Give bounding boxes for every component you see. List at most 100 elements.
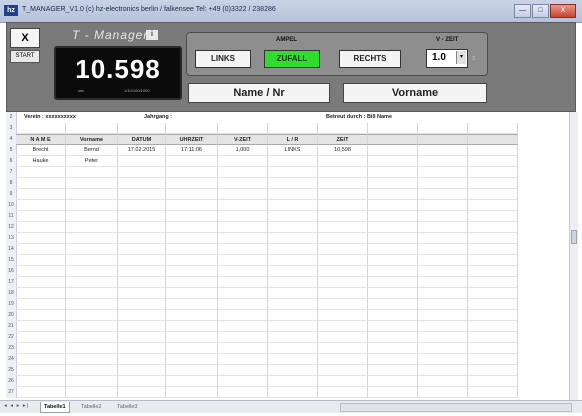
- table-cell[interactable]: [118, 233, 166, 244]
- table-cell[interactable]: [418, 343, 468, 354]
- table-cell[interactable]: [66, 343, 118, 354]
- table-cell[interactable]: [468, 310, 518, 321]
- table-cell[interactable]: [66, 310, 118, 321]
- table-cell[interactable]: [268, 310, 318, 321]
- table-cell[interactable]: [16, 299, 66, 310]
- table-cell[interactable]: [268, 222, 318, 233]
- table-cell[interactable]: [418, 123, 468, 134]
- table-cell[interactable]: [218, 123, 268, 134]
- table-cell[interactable]: [66, 376, 118, 387]
- vorname-field[interactable]: Vorname: [343, 83, 487, 103]
- table-cell[interactable]: [66, 277, 118, 288]
- table-cell[interactable]: [368, 277, 418, 288]
- tab-tabelle1[interactable]: Tabelle1: [40, 402, 70, 413]
- table-cell[interactable]: [16, 387, 66, 398]
- table-cell[interactable]: [468, 189, 518, 200]
- table-cell[interactable]: [118, 387, 166, 398]
- table-cell[interactable]: [368, 365, 418, 376]
- table-cell[interactable]: [368, 288, 418, 299]
- table-cell[interactable]: [118, 343, 166, 354]
- table-cell[interactable]: [118, 200, 166, 211]
- column-header[interactable]: [468, 134, 518, 145]
- table-cell[interactable]: [318, 156, 368, 167]
- table-cell[interactable]: [66, 354, 118, 365]
- table-cell[interactable]: [218, 244, 268, 255]
- table-cell[interactable]: [218, 200, 268, 211]
- table-cell[interactable]: [368, 123, 418, 134]
- links-button[interactable]: LINKS: [195, 50, 251, 68]
- table-cell[interactable]: [166, 156, 218, 167]
- table-cell[interactable]: [118, 299, 166, 310]
- table-cell[interactable]: [268, 178, 318, 189]
- table-cell[interactable]: [318, 321, 368, 332]
- table-cell[interactable]: [468, 255, 518, 266]
- table-cell[interactable]: [418, 288, 468, 299]
- table-cell[interactable]: [268, 387, 318, 398]
- table-cell[interactable]: [166, 288, 218, 299]
- table-cell[interactable]: [318, 167, 368, 178]
- table-cell[interactable]: [268, 123, 318, 134]
- table-cell[interactable]: [318, 299, 368, 310]
- table-cell[interactable]: [468, 354, 518, 365]
- table-cell[interactable]: [268, 167, 318, 178]
- table-cell[interactable]: [418, 299, 468, 310]
- rechts-button[interactable]: RECHTS: [339, 50, 401, 68]
- table-cell[interactable]: [368, 321, 418, 332]
- table-cell[interactable]: [166, 189, 218, 200]
- table-cell[interactable]: [268, 321, 318, 332]
- table-cell[interactable]: [166, 255, 218, 266]
- table-cell[interactable]: [218, 343, 268, 354]
- table-cell[interactable]: [118, 167, 166, 178]
- table-cell[interactable]: [318, 354, 368, 365]
- table-cell[interactable]: [418, 332, 468, 343]
- table-cell[interactable]: [118, 332, 166, 343]
- table-cell[interactable]: [118, 365, 166, 376]
- table-cell[interactable]: [368, 211, 418, 222]
- table-cell[interactable]: [418, 167, 468, 178]
- table-cell[interactable]: [418, 156, 468, 167]
- table-cell[interactable]: [166, 233, 218, 244]
- table-cell[interactable]: [368, 266, 418, 277]
- table-cell[interactable]: [166, 376, 218, 387]
- table-cell[interactable]: [318, 365, 368, 376]
- table-cell[interactable]: [118, 156, 166, 167]
- table-cell[interactable]: [418, 365, 468, 376]
- table-cell[interactable]: [468, 244, 518, 255]
- vertical-scrollbar[interactable]: [569, 112, 578, 400]
- table-cell[interactable]: [318, 277, 368, 288]
- table-cell[interactable]: [66, 255, 118, 266]
- minimize-button[interactable]: —: [514, 4, 531, 18]
- table-cell[interactable]: [218, 211, 268, 222]
- table-cell[interactable]: [218, 233, 268, 244]
- spreadsheet-grid[interactable]: 2 Verein : xxxxxxxxxx Jahrgang : Betreut du…: [6, 112, 566, 398]
- table-cell[interactable]: [318, 343, 368, 354]
- column-header[interactable]: [368, 134, 418, 145]
- table-cell[interactable]: [166, 354, 218, 365]
- table-cell[interactable]: [368, 233, 418, 244]
- table-cell[interactable]: [218, 299, 268, 310]
- close-window-button[interactable]: X: [550, 4, 576, 18]
- table-cell[interactable]: [218, 167, 268, 178]
- table-cell[interactable]: [166, 332, 218, 343]
- table-cell[interactable]: [268, 266, 318, 277]
- table-cell[interactable]: [118, 178, 166, 189]
- table-cell[interactable]: [16, 266, 66, 277]
- table-cell[interactable]: [418, 255, 468, 266]
- table-cell[interactable]: [16, 354, 66, 365]
- table-cell[interactable]: [368, 332, 418, 343]
- tab-tabelle3[interactable]: Tabelle3: [114, 402, 141, 412]
- table-cell[interactable]: [166, 310, 218, 321]
- table-cell[interactable]: [368, 189, 418, 200]
- table-cell[interactable]: [418, 211, 468, 222]
- table-cell[interactable]: [218, 266, 268, 277]
- table-cell[interactable]: [218, 376, 268, 387]
- table-cell[interactable]: [66, 288, 118, 299]
- table-cell[interactable]: [368, 200, 418, 211]
- table-cell[interactable]: [218, 222, 268, 233]
- table-cell[interactable]: [218, 277, 268, 288]
- table-cell[interactable]: [418, 266, 468, 277]
- table-cell[interactable]: [368, 310, 418, 321]
- table-cell[interactable]: [468, 145, 518, 156]
- table-cell[interactable]: [368, 222, 418, 233]
- table-cell[interactable]: [66, 167, 118, 178]
